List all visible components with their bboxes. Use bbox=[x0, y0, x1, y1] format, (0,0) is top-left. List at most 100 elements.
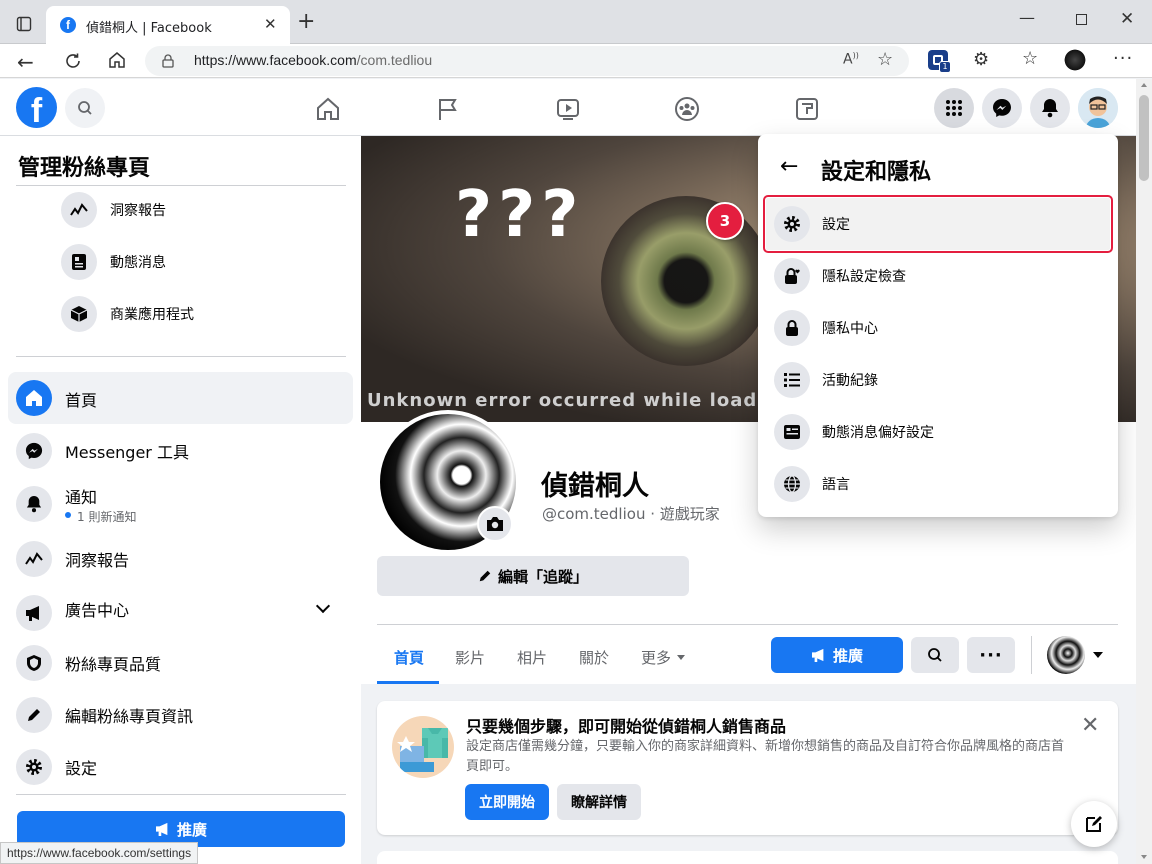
cover-overlay-text: ??? bbox=[455, 178, 585, 252]
nav-gaming-icon[interactable] bbox=[793, 95, 821, 123]
menu-item-activity-log[interactable]: 活動紀錄 bbox=[766, 354, 1110, 406]
favorites-icon[interactable]: ☆ bbox=[1022, 48, 1038, 69]
nav-groups-icon[interactable] bbox=[673, 95, 701, 123]
add-favorite-icon[interactable]: ☆ bbox=[877, 49, 893, 70]
read-aloud-icon[interactable]: A)) bbox=[843, 51, 859, 68]
tab-about[interactable]: 關於 bbox=[579, 647, 609, 668]
nav-watch-icon[interactable] bbox=[554, 95, 582, 123]
close-icon[interactable]: ✕ bbox=[1081, 713, 1099, 738]
more-icon[interactable]: ··· bbox=[1113, 48, 1133, 69]
url-host: https://www.facebook.com bbox=[194, 52, 357, 68]
sidebar-item-label: Messenger 工具 bbox=[65, 443, 189, 462]
sidebar-item-edit-page-info[interactable]: 編輯粉絲專頁資訊 bbox=[16, 697, 193, 733]
back-icon[interactable]: ← bbox=[17, 50, 34, 74]
sidebar-item-ad-center[interactable]: 廣告中心 bbox=[16, 593, 346, 637]
page-switch-avatar[interactable] bbox=[1047, 636, 1085, 674]
camera-icon[interactable] bbox=[477, 506, 513, 542]
sidebar-item-notifications[interactable]: 通知 1 則新通知 bbox=[16, 484, 346, 528]
news-feed-icon bbox=[61, 244, 97, 280]
nav-home-icon[interactable] bbox=[314, 95, 342, 123]
url-path: /com.tedliou bbox=[356, 52, 433, 68]
extensions-icon[interactable]: ⚙ bbox=[973, 49, 989, 70]
url-field[interactable]: https://www.facebook.com/com.tedliou A))… bbox=[145, 46, 909, 76]
scroll-up-icon[interactable] bbox=[1141, 83, 1147, 87]
window-close-icon[interactable]: ✕ bbox=[1120, 9, 1134, 29]
sidebar-item-label: 廣告中心 bbox=[65, 601, 130, 620]
megaphone-icon bbox=[155, 822, 171, 836]
extension-icon[interactable]: 1 bbox=[928, 50, 951, 73]
new-message-icon[interactable] bbox=[1071, 801, 1117, 847]
sidebar-item-label: 粉絲專頁品質 bbox=[65, 655, 162, 674]
globe-icon bbox=[774, 466, 810, 502]
promote-page-button[interactable]: 推廣 bbox=[771, 637, 903, 673]
sidebar-item-page-quality[interactable]: 粉絲專頁品質 bbox=[16, 645, 161, 681]
bell-icon bbox=[16, 486, 52, 522]
gear-icon bbox=[16, 749, 52, 785]
promote-label: 推廣 bbox=[832, 646, 863, 665]
sidebar-item-label: 通知 bbox=[65, 488, 98, 507]
insights-icon bbox=[61, 192, 97, 228]
tab-label: 更多 bbox=[641, 649, 672, 667]
facebook-logo-icon[interactable]: f bbox=[16, 87, 57, 128]
refresh-icon[interactable] bbox=[62, 50, 84, 72]
news-feed-icon bbox=[774, 414, 810, 450]
menu-item-settings[interactable]: 設定 bbox=[763, 195, 1113, 253]
menu-grid-icon[interactable] bbox=[934, 88, 974, 128]
scrollbar[interactable] bbox=[1136, 79, 1152, 864]
home-browser-icon[interactable] bbox=[106, 49, 128, 71]
tab-videos[interactable]: 影片 bbox=[455, 647, 485, 668]
next-card bbox=[377, 851, 1118, 864]
browser-tab[interactable]: f 偵錯桐人 | Facebook ✕ bbox=[46, 6, 290, 44]
scroll-down-icon[interactable] bbox=[1141, 855, 1147, 859]
search-icon bbox=[928, 648, 942, 662]
menu-item-privacy-checkup[interactable]: 隱私設定檢查 bbox=[766, 250, 1110, 302]
sidebar-item-settings[interactable]: 設定 bbox=[16, 749, 97, 785]
tab-title: 偵錯桐人 | Facebook bbox=[86, 21, 212, 36]
notifications-bell-icon[interactable] bbox=[1030, 88, 1070, 128]
sidebar-title: 管理粉絲專頁 bbox=[18, 156, 151, 181]
minimize-icon[interactable]: — bbox=[1019, 8, 1035, 27]
sidebar-item-insights[interactable]: 洞察報告 bbox=[16, 541, 129, 577]
tab-more[interactable]: 更多 bbox=[641, 647, 686, 668]
menu-item-label: 設定 bbox=[822, 217, 850, 233]
menu-item-label: 隱私設定檢查 bbox=[822, 269, 906, 285]
tab-photos[interactable]: 相片 bbox=[517, 647, 547, 668]
page-more-button[interactable]: ··· bbox=[967, 637, 1015, 673]
sidebar-sub-insights[interactable]: 洞察報告 bbox=[61, 192, 166, 228]
menu-item-language[interactable]: 語言 bbox=[766, 458, 1110, 510]
gear-icon bbox=[774, 206, 810, 242]
megaphone-icon bbox=[16, 595, 52, 631]
tab-close-icon[interactable]: ✕ bbox=[264, 15, 277, 33]
sidebar-item-label: 設定 bbox=[65, 759, 98, 778]
learn-more-button[interactable]: 瞭解詳情 bbox=[557, 784, 641, 820]
divider bbox=[1031, 636, 1032, 674]
sidebar-sub-news-feed[interactable]: 動態消息 bbox=[61, 244, 166, 280]
nav-pages-icon[interactable] bbox=[434, 95, 462, 123]
search-icon[interactable] bbox=[65, 88, 105, 128]
start-now-button[interactable]: 立即開始 bbox=[465, 784, 549, 820]
sidebar-item-home[interactable]: 首頁 bbox=[8, 372, 353, 424]
chevron-down-icon[interactable] bbox=[315, 598, 331, 614]
list-icon bbox=[774, 362, 810, 398]
sidebar-sub-label: 商業應用程式 bbox=[110, 307, 194, 323]
menu-item-privacy-center[interactable]: 隱私中心 bbox=[766, 302, 1110, 354]
profile-avatar-icon[interactable] bbox=[1063, 48, 1087, 72]
page-search-button[interactable] bbox=[911, 637, 959, 673]
shop-setup-card: 只要幾個步驟，即可開始從偵錯桐人銷售商品 設定商店僅需幾分鐘，只要輸入你的商家詳… bbox=[377, 701, 1118, 835]
tab-home[interactable]: 首頁 bbox=[377, 625, 439, 684]
sidebar-sub-business-apps[interactable]: 商業應用程式 bbox=[61, 296, 194, 332]
caret-down-icon[interactable] bbox=[1093, 652, 1103, 658]
account-avatar[interactable] bbox=[1078, 88, 1118, 128]
maximize-icon[interactable] bbox=[1076, 14, 1087, 25]
back-arrow-icon[interactable]: ← bbox=[780, 154, 798, 179]
new-tab-icon[interactable]: + bbox=[297, 10, 315, 34]
messenger-icon[interactable] bbox=[982, 88, 1022, 128]
sidebar-item-messenger[interactable]: Messenger 工具 bbox=[16, 433, 189, 469]
scrollbar-thumb[interactable] bbox=[1139, 95, 1149, 181]
edit-follow-button[interactable]: 編輯「追蹤」 bbox=[377, 556, 689, 596]
megaphone-icon bbox=[811, 648, 827, 662]
menu-item-feed-preferences[interactable]: 動態消息偏好設定 bbox=[766, 406, 1110, 458]
lock-icon bbox=[774, 310, 810, 346]
caret-down-icon bbox=[677, 655, 686, 660]
tab-actions-icon[interactable] bbox=[14, 14, 34, 34]
